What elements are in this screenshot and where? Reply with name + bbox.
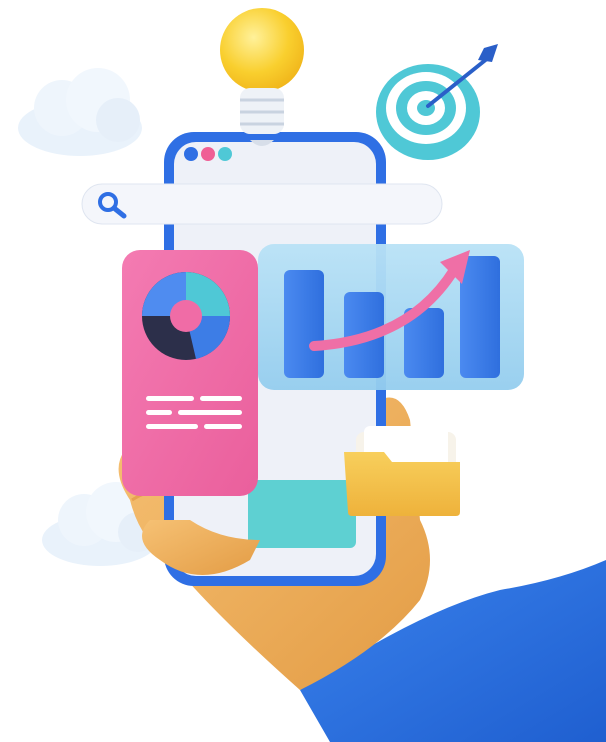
search-bar: [81, 183, 443, 225]
illustration-stage: [0, 0, 606, 742]
cloud-top-left: [18, 68, 142, 156]
target-icon: [376, 44, 498, 160]
pink-card: [122, 250, 258, 496]
folder-icon: [344, 426, 460, 516]
donut-chart-icon: [142, 272, 231, 360]
light-bulb-icon: [220, 8, 304, 146]
bar-chart-panel: [258, 244, 524, 390]
hand-holding-phone-illustration: [18, 8, 606, 742]
window-dots: [184, 147, 232, 161]
teal-block: [248, 480, 356, 548]
